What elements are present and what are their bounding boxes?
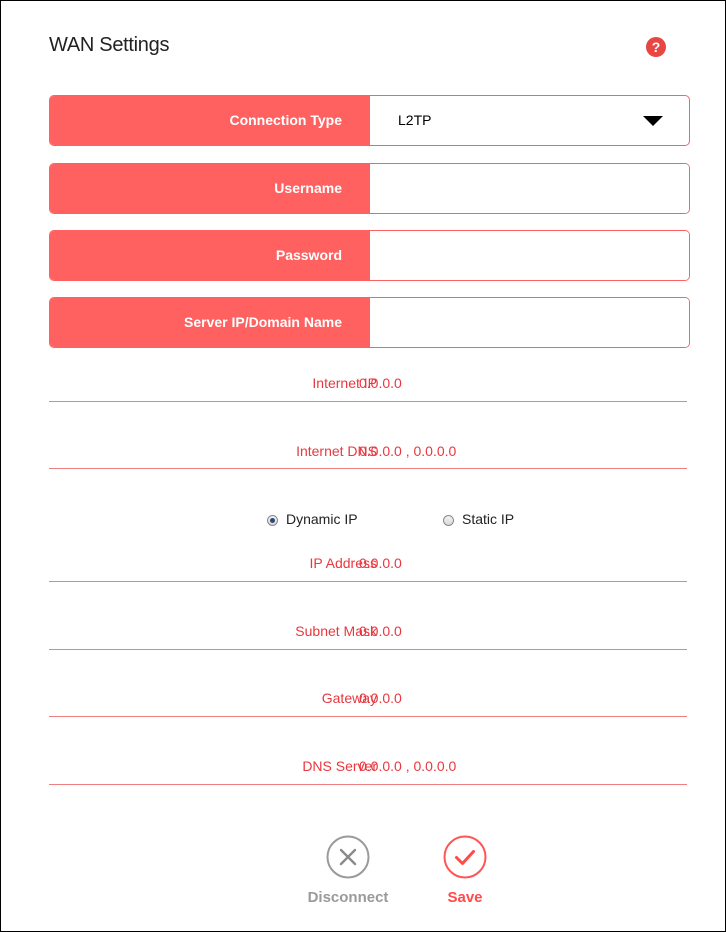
dynamic-ip-radio[interactable]: Dynamic IP [267,511,358,527]
server-input[interactable] [370,298,689,347]
question-icon[interactable]: ? [646,37,666,57]
divider [49,649,687,650]
password-label: Password [50,231,370,280]
username-label: Username [50,164,370,213]
password-row: Password [49,230,690,281]
radio-unchecked-icon[interactable] [443,515,454,526]
dynamic-ip-label: Dynamic IP [286,511,358,527]
static-ip-radio[interactable]: Static IP [443,511,514,527]
username-row: Username [49,163,690,214]
divider [49,468,687,469]
disconnect-label: Disconnect [307,889,389,906]
close-icon[interactable] [326,835,370,879]
server-row: Server IP/Domain Name [49,297,690,348]
connection-type-label: Connection Type [50,96,370,145]
disconnect-button[interactable]: Disconnect [293,835,403,906]
password-input[interactable] [370,231,689,280]
dropdown-arrow-icon[interactable] [643,116,663,126]
save-button[interactable]: Save [410,835,520,906]
checkmark-icon[interactable] [443,835,487,879]
connection-type-value[interactable]: L2TP [398,96,431,145]
radio-checked-icon[interactable] [267,515,278,526]
divider [49,581,687,582]
page-title: WAN Settings [49,34,170,56]
divider [49,784,687,785]
ip-address-value: 0.0.0.0 [359,555,402,571]
connection-type-select[interactable]: Connection Type L2TP [49,95,690,146]
save-label: Save [447,889,483,906]
internet-ip-value: 0.0.0.0 [359,375,402,391]
server-label: Server IP/Domain Name [50,298,370,347]
gateway-value: 0.0.0.0 [359,690,402,706]
internet-dns-value: 0.0.0.0 , 0.0.0.0 [359,443,457,459]
static-ip-label: Static IP [462,511,515,527]
dns-server-value: 0.0.0.0 , 0.0.0.0 [359,758,457,774]
subnet-mask-value: 0.0.0.0 [359,623,402,639]
divider [49,401,687,402]
wan-settings-panel: WAN Settings ? Connection Type L2TP User… [0,0,726,932]
username-input[interactable] [370,164,689,213]
divider [49,716,687,717]
